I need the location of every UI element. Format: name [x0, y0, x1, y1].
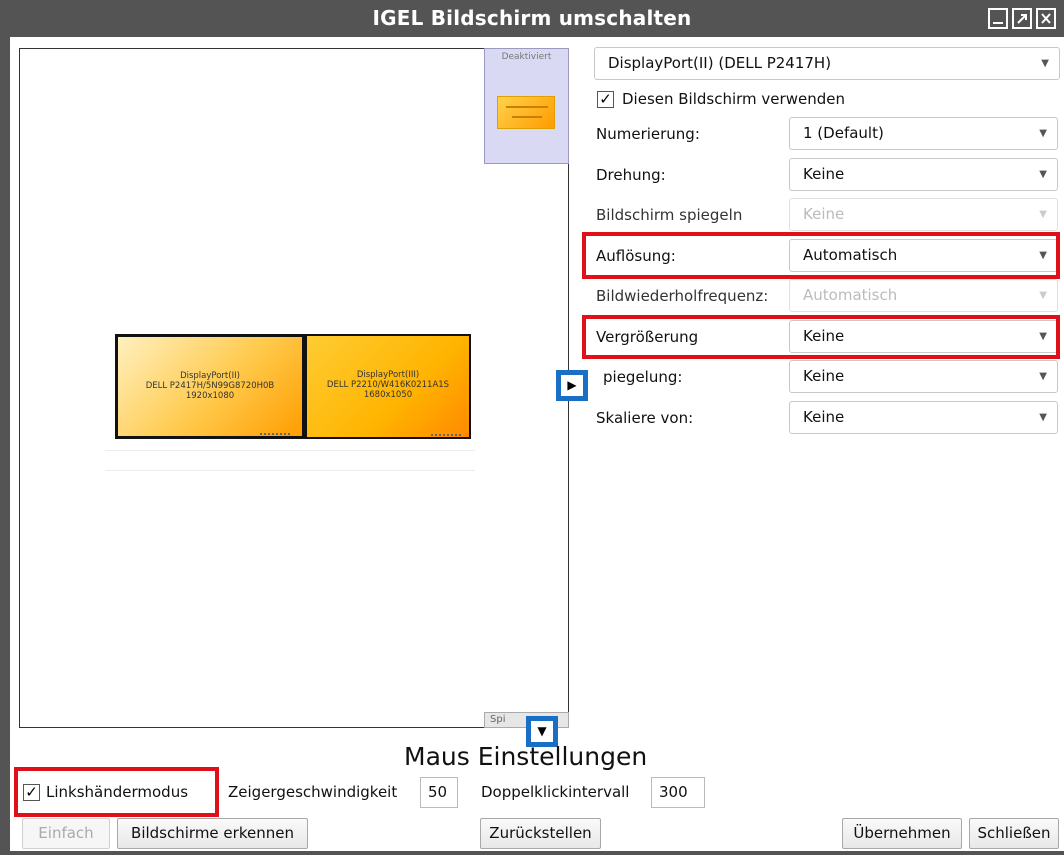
monitor-port: DisplayPort(III) — [356, 370, 420, 380]
monitor-resolution: 1680x1050 — [363, 390, 413, 400]
double-click-label: Doppelklickintervall — [481, 783, 630, 801]
double-click-input[interactable]: 300 — [651, 777, 705, 808]
triangle-right-icon: ▶ — [561, 375, 583, 396]
left-handed-checkbox[interactable]: ✓ — [23, 784, 40, 801]
pointer-speed-input[interactable]: 50 — [420, 777, 458, 808]
close-button[interactable]: Schließen — [969, 818, 1059, 849]
chevron-down-icon: ▼ — [1039, 209, 1047, 220]
reflection-select[interactable]: Keine ▼ — [789, 360, 1058, 393]
scale-from-value: Keine — [803, 408, 845, 426]
monitor-model: DELL P2210/W416K0211A1S — [326, 380, 450, 390]
rotation-value: Keine — [803, 165, 845, 183]
use-display-checkbox[interactable]: ✓ — [597, 91, 614, 108]
window-title: IGEL Bildschirm umschalten — [372, 6, 692, 30]
refresh-rate-select: Automatisch ▼ — [789, 279, 1058, 312]
rotation-label: Drehung: — [596, 166, 666, 184]
numbering-label: Numerierung: — [596, 125, 700, 143]
mirror-display-value: Keine — [803, 205, 845, 223]
divider — [105, 450, 475, 451]
detect-displays-button[interactable]: Bildschirme erkennen — [117, 818, 308, 849]
chevron-down-icon: ▼ — [1039, 371, 1047, 382]
apply-button[interactable]: Übernehmen — [842, 818, 962, 849]
mirror-display-label: Bildschirm spiegeln — [596, 206, 743, 224]
window-frame-left — [0, 37, 10, 855]
triangle-down-icon: ▼ — [531, 721, 553, 742]
chevron-down-icon: ▼ — [1041, 58, 1049, 69]
monitor-model: DELL P2417H/5N99G8720H0B — [145, 381, 275, 391]
monitor-displayport-3[interactable]: DisplayPort(III) DELL P2210/W416K0211A1S… — [305, 334, 471, 439]
scale-from-select[interactable]: Keine ▼ — [789, 401, 1058, 434]
close-icon[interactable] — [1036, 8, 1056, 29]
chevron-down-icon: ▼ — [1039, 290, 1047, 301]
numbering-select[interactable]: 1 (Default) ▼ — [789, 117, 1058, 150]
refresh-rate-label: Bildwiederholfrequenz: — [596, 287, 769, 305]
refresh-rate-value: Automatisch — [803, 286, 898, 304]
left-handed-label: Linkshändermodus — [46, 783, 189, 801]
pointer-speed-label: Zeigergeschwindigkeit — [228, 783, 398, 801]
reset-button[interactable]: Zurückstellen — [480, 818, 601, 849]
display-select-value: DisplayPort(II) (DELL P2417H) — [608, 54, 832, 72]
numbering-value: 1 (Default) — [803, 124, 884, 142]
disabled-area-label: Deaktiviert — [501, 52, 552, 62]
monitor-resolution: 1920x1080 — [185, 391, 235, 401]
simple-mode-button[interactable]: Einfach — [22, 818, 110, 849]
disabled-monitor-thumbnail[interactable] — [497, 96, 555, 129]
scale-from-label: Skaliere von: — [596, 409, 694, 427]
mirror-display-select: Keine ▼ — [789, 198, 1058, 231]
use-display-label: Diesen Bildschirm verwenden — [622, 90, 845, 108]
monitor-displayport-2[interactable]: DisplayPort(II) DELL P2417H/5N99G8720H0B… — [115, 334, 305, 439]
title-bar: IGEL Bildschirm umschalten — [0, 0, 1064, 37]
mouse-settings-title: Maus Einstellungen — [404, 742, 648, 771]
mirror-area-label: Spi — [490, 714, 506, 725]
maximize-icon[interactable] — [1012, 8, 1032, 29]
expand-right-button[interactable]: ▶ — [556, 370, 588, 401]
rotation-select[interactable]: Keine ▼ — [789, 158, 1058, 191]
highlight-magnification — [582, 315, 1060, 359]
chevron-down-icon: ▼ — [1039, 128, 1047, 139]
chevron-down-icon: ▼ — [1039, 169, 1047, 180]
reflection-label: piegelung: — [603, 368, 683, 386]
highlight-resolution — [582, 232, 1060, 279]
divider — [105, 470, 475, 471]
minimize-icon[interactable] — [988, 8, 1008, 29]
window-frame-bottom — [0, 851, 1064, 855]
display-select[interactable]: DisplayPort(II) (DELL P2417H) ▼ — [594, 47, 1060, 80]
reflection-value: Keine — [803, 367, 845, 385]
chevron-down-icon: ▼ — [1039, 412, 1047, 423]
monitor-port: DisplayPort(II) — [180, 371, 240, 381]
